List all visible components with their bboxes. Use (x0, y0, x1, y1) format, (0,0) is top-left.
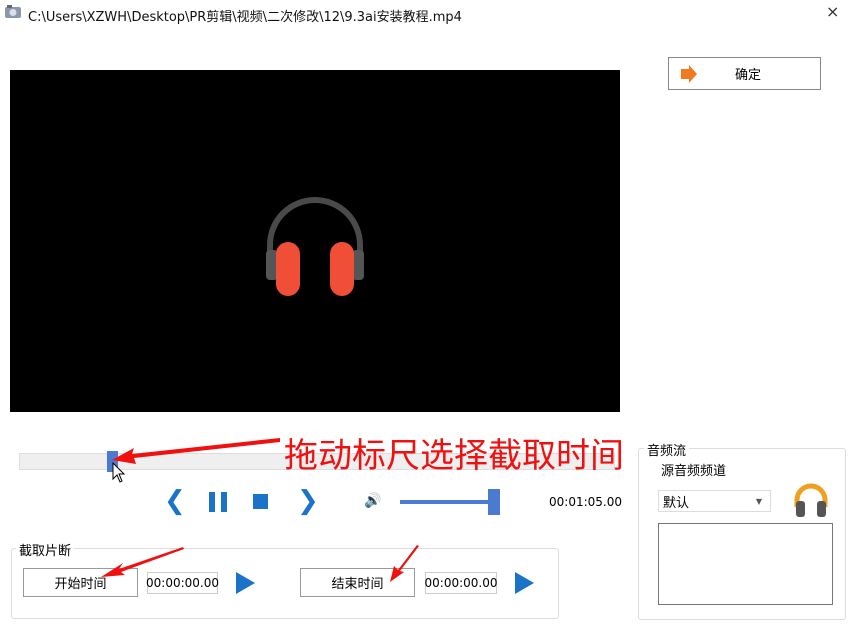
window-title: C:\Users\XZWH\Desktop\PR剪辑\视频\二次修改\12\9.… (28, 6, 462, 25)
chevron-down-icon: ▼ (756, 497, 762, 506)
play-end-button[interactable] (515, 572, 534, 594)
annotation-text: 拖动标尺选择截取时间 (284, 428, 624, 477)
confirm-button[interactable]: 确定 (668, 57, 821, 90)
end-time-field[interactable]: 00:00:00.00 (425, 572, 497, 594)
stop-button[interactable] (253, 494, 268, 509)
play-start-button[interactable] (236, 572, 255, 594)
clip-group-label: 截取片断 (16, 540, 74, 559)
headphones-icon (258, 190, 372, 300)
previous-button[interactable]: ❮ (164, 486, 186, 516)
close-button[interactable]: × (826, 2, 839, 21)
headphones-icon (792, 481, 830, 519)
app-icon (4, 4, 22, 20)
volume-thumb[interactable] (488, 489, 500, 515)
pause-button[interactable] (209, 492, 227, 512)
annotation-arrow-icon (386, 544, 420, 584)
speaker-icon[interactable]: 🔊 (364, 493, 381, 509)
source-audio-label: 源音频频道 (661, 460, 726, 479)
next-button[interactable]: ❯ (297, 486, 319, 516)
current-time: 00:01:05.00 (549, 495, 622, 509)
audio-channel-select[interactable]: 默认 ▼ (658, 490, 771, 512)
audio-stream-list[interactable] (658, 523, 833, 605)
audio-channel-value: 默认 (663, 492, 689, 511)
arrow-right-icon (679, 65, 697, 83)
confirm-label: 确定 (735, 64, 761, 83)
audio-group-label: 音频流 (644, 440, 689, 459)
volume-track[interactable] (400, 500, 492, 504)
annotation-arrow-icon (112, 436, 282, 466)
annotation-arrow-icon (95, 545, 185, 579)
